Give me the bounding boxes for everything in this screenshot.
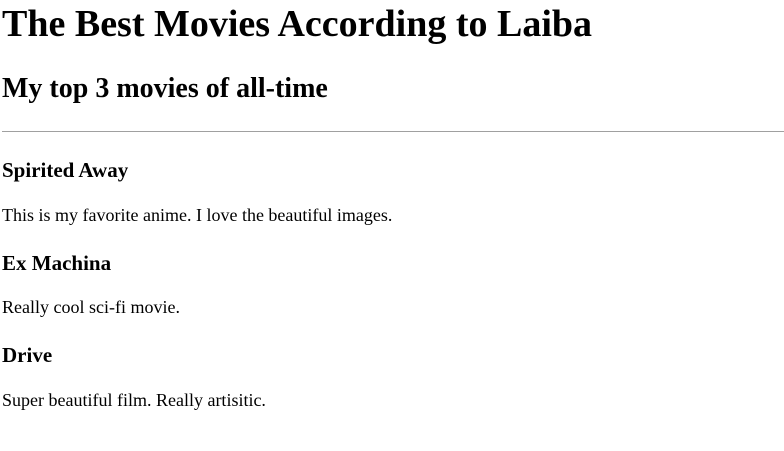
page-title: The Best Movies According to Laiba	[2, 3, 593, 45]
movie-title: Spirited Away	[2, 158, 129, 182]
movie-entry-drive: Drive Super beautiful film. Really artis…	[2, 342, 782, 411]
movie-title: Ex Machina	[2, 251, 112, 275]
movie-title: Drive	[2, 343, 53, 367]
movie-entry-ex-machina: Ex Machina Really cool sci-fi movie.	[2, 250, 782, 318]
page-subtitle: My top 3 movies of all-time	[2, 73, 328, 104]
movie-entry-spirited-away: Spirited Away This is my favorite anime.…	[2, 157, 782, 226]
divider	[2, 131, 784, 132]
movie-description: Really cool sci-fi movie.	[2, 297, 180, 317]
movie-description: Super beautiful film. Really artisitic.	[2, 390, 266, 410]
page: The Best Movies According to Laiba My to…	[0, 0, 784, 411]
movie-description: This is my favorite anime. I love the be…	[2, 205, 393, 225]
